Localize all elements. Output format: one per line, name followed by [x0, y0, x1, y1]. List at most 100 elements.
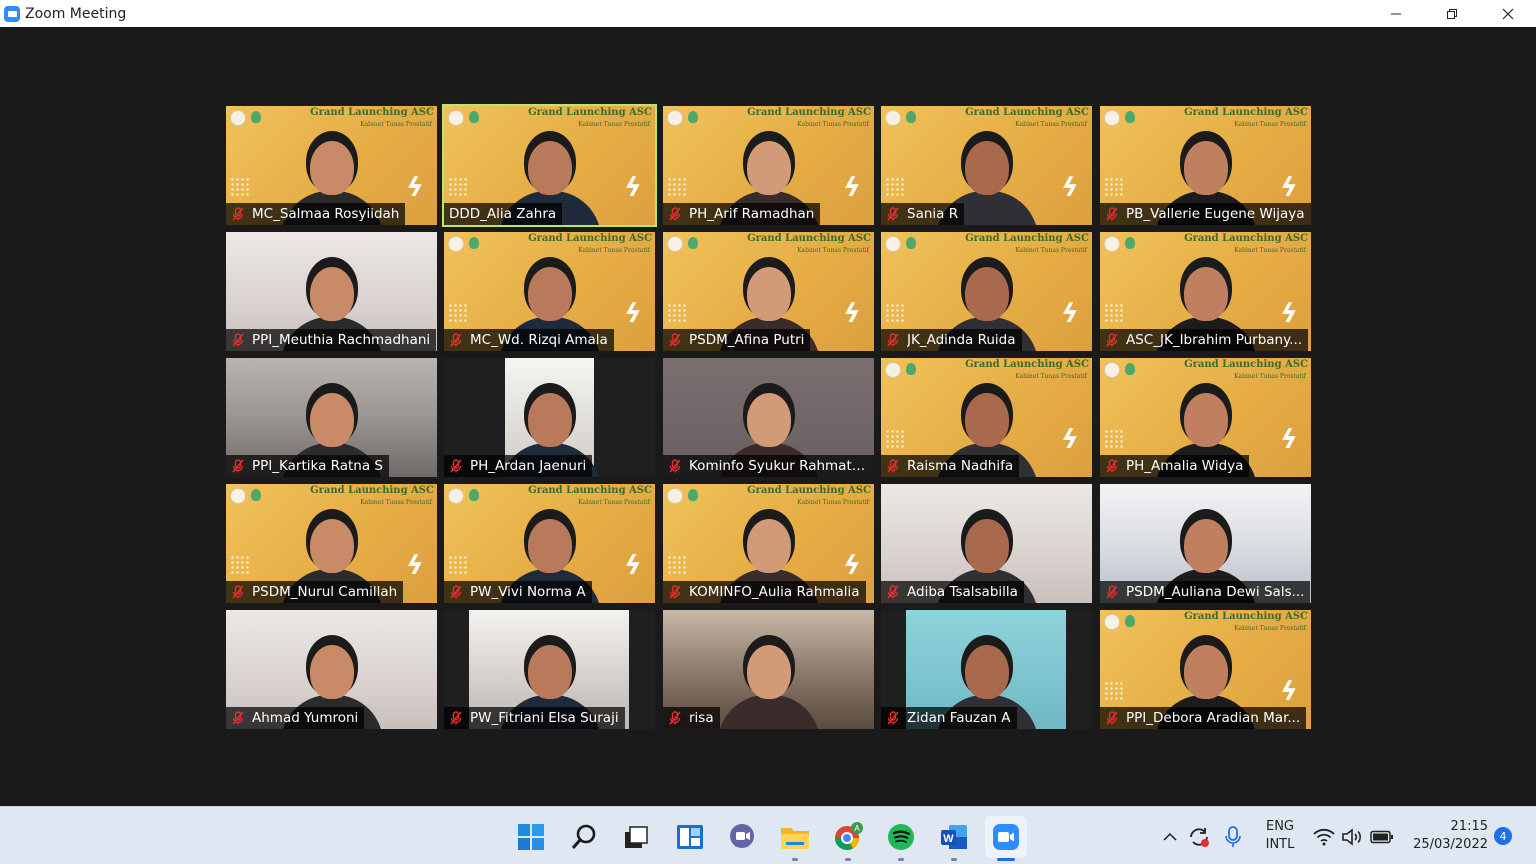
participant-tile[interactable]: Grand Launching ASC Kabinet Tunas Prestat… [444, 484, 655, 603]
wifi-icon [1313, 828, 1335, 846]
microphone-tray-button[interactable] [1220, 822, 1246, 852]
decorative-dots [885, 177, 905, 197]
banner-subtitle: Kabinet Tunas Prestatif [1234, 373, 1306, 380]
input-language[interactable]: ENG INTL [1262, 818, 1298, 854]
cabinet-logo [906, 237, 916, 249]
participant-tile[interactable]: PPI_Meuthia Rachmadhani [226, 232, 437, 351]
volume-button[interactable] [1339, 822, 1365, 852]
muted-microphone-icon [887, 585, 899, 599]
participant-tile[interactable]: Zidan Fauzan A [881, 610, 1092, 729]
participant-face [746, 267, 791, 321]
muted-microphone-icon [232, 333, 244, 347]
running-indicator [898, 858, 904, 861]
windows-start-button[interactable] [516, 822, 546, 852]
zoom-button[interactable] [985, 816, 1027, 861]
participant-tile[interactable]: Grand Launching ASC Kabinet Tunas Prestat… [663, 484, 874, 603]
participant-tile[interactable]: Grand Launching ASC Kabinet Tunas Prestat… [226, 106, 437, 225]
participant-tile[interactable]: PPI_Kartika Ratna S [226, 358, 437, 477]
spotify-button[interactable] [886, 822, 916, 861]
sync-status-button[interactable] [1186, 822, 1212, 852]
decorative-dots [230, 177, 250, 197]
keyboard-layout: INTL [1265, 837, 1295, 852]
muted-microphone-icon [887, 711, 899, 725]
participant-name: PH_Arif Ramadhan [689, 206, 815, 222]
organization-logo [1104, 362, 1120, 378]
cabinet-logo [251, 489, 261, 501]
decorative-dots [1104, 681, 1124, 701]
window-controls [1368, 0, 1536, 27]
task-view-button[interactable] [621, 822, 651, 852]
muted-microphone-icon [669, 585, 681, 599]
participant-tile[interactable]: Ahmad Yumroni [226, 610, 437, 729]
video-gallery: Grand Launching ASC Kabinet Tunas Prestat… [0, 27, 1536, 806]
participant-tile[interactable]: Grand Launching ASC Kabinet Tunas Prestat… [881, 106, 1092, 225]
participant-tile[interactable]: Grand Launching ASC Kabinet Tunas Prestat… [226, 484, 437, 603]
close-button[interactable] [1480, 0, 1536, 27]
decorative-dots [1104, 177, 1124, 197]
participant-name-bar: JK_Adinda Ruida [881, 329, 1022, 351]
participant-name-bar: MC_Wd. Rizqi Amala [444, 329, 614, 351]
participant-name-bar: PSDM_Auliana Dewi Sals... [1100, 581, 1311, 603]
participant-tile[interactable]: Grand Launching ASC Kabinet Tunas Prestat… [442, 104, 657, 227]
wifi-button[interactable] [1311, 822, 1337, 852]
participant-tile[interactable]: risa [663, 610, 874, 729]
participant-tile[interactable]: PW_Fitriani Elsa Suraji [444, 610, 655, 729]
windows-taskbar: A W ENG INTL 21:15 25/03/2022 4 [0, 806, 1536, 864]
participant-tile[interactable]: Grand Launching ASC Kabinet Tunas Prestat… [1100, 232, 1311, 351]
restore-button[interactable] [1424, 0, 1480, 27]
teams-chat-button[interactable] [727, 822, 757, 852]
zoom-icon [993, 824, 1019, 850]
file-explorer-button[interactable] [780, 822, 810, 861]
windows-start-icon [518, 824, 544, 850]
participant-tile[interactable]: Grand Launching ASC Kabinet Tunas Prestat… [1100, 610, 1311, 729]
participant-tile[interactable]: PH_Ardan Jaenuri [444, 358, 655, 477]
organization-logo [885, 362, 901, 378]
widgets-button[interactable] [675, 822, 705, 852]
participant-name: DDD_Alia Zahra [449, 206, 557, 222]
banner-subtitle: Kabinet Tunas Prestatif [360, 121, 432, 128]
clock-date: 25/03/2022 [1413, 837, 1488, 852]
banner-title: Grand Launching ASC [528, 485, 652, 496]
participant-name: PW_Vivi Norma A [470, 584, 586, 600]
participant-name-bar: risa [663, 707, 720, 729]
participant-tile[interactable]: Grand Launching ASC Kabinet Tunas Prestat… [1100, 358, 1311, 477]
participant-tile[interactable]: Grand Launching ASC Kabinet Tunas Prestat… [1100, 106, 1311, 225]
minimize-button[interactable] [1368, 0, 1424, 27]
banner-subtitle: Kabinet Tunas Prestatif [578, 121, 650, 128]
participant-tile[interactable]: Adiba Tsalsabilla [881, 484, 1092, 603]
running-indicator [845, 858, 851, 861]
clock[interactable]: 21:15 25/03/2022 [1406, 818, 1488, 854]
word-icon: W [941, 825, 967, 849]
search-icon [571, 824, 596, 849]
participant-tile[interactable]: Grand Launching ASC Kabinet Tunas Prestat… [663, 106, 874, 225]
banner-title: Grand Launching ASC [1184, 107, 1308, 118]
banner-title: Grand Launching ASC [310, 485, 434, 496]
banner-title: Grand Launching ASC [747, 107, 871, 118]
organization-logo [1104, 110, 1120, 126]
participant-tile[interactable]: Kominfo Syukur Rahmatu... [663, 358, 874, 477]
chrome-button[interactable]: A [833, 822, 863, 861]
banner-title: Grand Launching ASC [1184, 611, 1308, 622]
word-button[interactable]: W [939, 822, 969, 861]
muted-microphone-icon [887, 333, 899, 347]
search-button[interactable] [569, 822, 599, 852]
participant-face [1183, 645, 1228, 699]
muted-microphone-icon [232, 711, 244, 725]
participant-face [964, 141, 1009, 195]
participant-tile[interactable]: Grand Launching ASC Kabinet Tunas Prestat… [663, 232, 874, 351]
cabinet-logo [688, 237, 698, 249]
participant-face [527, 267, 572, 321]
participant-tile[interactable]: Grand Launching ASC Kabinet Tunas Prestat… [881, 358, 1092, 477]
notification-badge[interactable]: 4 [1494, 827, 1512, 845]
participant-name: Kominfo Syukur Rahmatu... [689, 458, 868, 474]
show-hidden-icons-button[interactable] [1160, 822, 1180, 852]
decorative-dots [1104, 429, 1124, 449]
participant-tile[interactable]: Grand Launching ASC Kabinet Tunas Prestat… [444, 232, 655, 351]
svg-text:W: W [943, 833, 954, 845]
participant-tile[interactable]: PSDM_Auliana Dewi Sals... [1100, 484, 1311, 603]
muted-microphone-icon [669, 459, 681, 473]
participant-tile[interactable]: Grand Launching ASC Kabinet Tunas Prestat… [881, 232, 1092, 351]
participant-name-bar: Adiba Tsalsabilla [881, 581, 1024, 603]
battery-button[interactable] [1369, 822, 1395, 852]
cabinet-logo [469, 489, 479, 501]
